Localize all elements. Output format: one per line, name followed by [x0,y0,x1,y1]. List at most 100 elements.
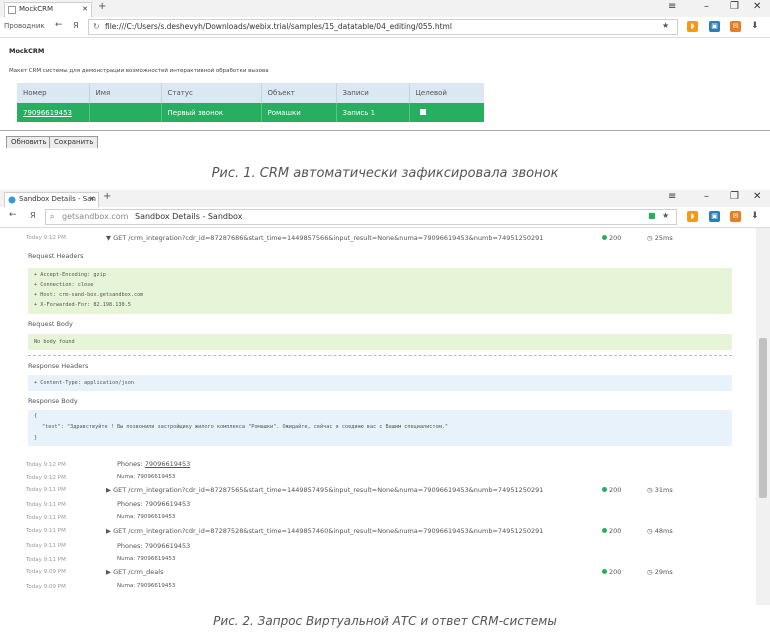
column-header[interactable]: Имя [89,83,162,103]
address-bar: Проводник ← Я ↻ file:///C:/Users/s.deshe… [0,17,770,38]
yandex-logo[interactable]: Я [30,211,36,220]
duration-value: 31ms [654,486,673,494]
cell-target[interactable] [409,103,484,122]
close-tab-icon[interactable]: ✕ [89,193,95,206]
entry-time: Today 9:12 PM [26,475,66,481]
request-line[interactable]: ▶ GET /crm_deals [106,568,163,576]
browser-window-crm: MockCRM ✕ + ≡ – ❐ ✕ Проводник ← Я ↻ file… [0,0,770,148]
back-arrow-icon[interactable]: ← [55,20,63,30]
response-headers-pane: + Content-Type: application/json [28,375,732,391]
mail-icon[interactable]: ✉ [730,211,741,222]
url-host: getsandbox.com [62,212,129,221]
body-line: } [34,435,38,441]
new-tab-icon[interactable]: + [98,1,106,12]
page-icon [8,6,16,14]
column-header[interactable]: Целевой [409,83,484,103]
entry-time: Today 9:12 PM [26,235,66,241]
entry-time: Today 9:09 PM [26,584,66,590]
tab-bar: Sandbox Details - San ✕ + ≡ – ❐ ✕ [0,190,770,207]
clock-icon: ◷ [647,568,653,576]
column-header[interactable]: Номер [17,83,90,103]
request-log: Today 9:12 PM ▼ GET /crm_integration?cdr… [0,228,756,605]
tab-mockcrm[interactable]: MockCRM ✕ [4,2,92,17]
status-badge: 200 [602,486,621,494]
response-body-pane: { "text": "Здравствуйте ! Вы позвонили з… [28,410,732,446]
clock-icon: ◷ [647,486,653,494]
refresh-button[interactable]: Обновить [6,136,52,148]
header-line: + Host: crm-sand-box.getsandbox.com [34,292,144,298]
numa-line: Numa: 79096619453 [117,583,176,589]
response-body-label: Response Body [28,397,78,405]
lock-icon[interactable]: ■ [648,211,656,220]
extension-icon[interactable]: ▣ [709,211,720,222]
status-code: 200 [609,527,622,535]
phones-line: Phones: 79096619453 [117,500,191,508]
column-header[interactable]: Статус [161,83,262,103]
star-icon[interactable]: ★ [662,211,669,220]
yandex-logo[interactable]: Я [73,21,79,30]
url-field[interactable]: ⌕ getsandbox.com Sandbox Details - Sandb… [45,209,677,225]
restore-icon[interactable]: ❐ [730,1,739,12]
rss-icon[interactable]: ◗ [687,211,698,222]
request-line[interactable]: ▶ GET /crm_integration?cdr_id=87287565&s… [106,486,543,494]
header-line: + Accept-Encoding: gzip [34,272,106,278]
page-description: Макет CRM системы для демонстрации возмо… [9,68,269,74]
download-icon[interactable]: ⬇ [751,211,759,221]
request-line[interactable]: ▼ GET /crm_integration?cdr_id=87287686&s… [106,234,543,242]
new-tab-icon[interactable]: + [103,191,111,202]
star-icon[interactable]: ★ [662,21,669,30]
scrollbar-thumb[interactable] [759,338,767,498]
save-button[interactable]: Сохранить [49,136,99,148]
cell-status[interactable]: Первый звонок [161,103,262,122]
close-window-icon[interactable]: ✕ [753,191,761,202]
clock-icon: ◷ [647,234,653,242]
menu-icon[interactable]: ≡ [668,1,676,12]
entry-time: Today 9:11 PM [26,502,66,508]
duration-value: 48ms [654,527,673,535]
menu-icon[interactable]: ≡ [668,191,676,202]
cell-records[interactable]: Запись 1 [336,103,410,122]
body-line: { [34,413,38,419]
divider [0,130,770,131]
extension-icon[interactable]: ▣ [709,21,720,32]
status-badge: 200 [602,234,621,242]
status-dot-icon [602,569,607,574]
body-line: "text": "Здравствуйте ! Вы позвонили зас… [42,424,449,430]
numa-line: Numa: 79096619453 [117,474,176,480]
minimize-icon[interactable]: – [704,191,709,202]
minimize-icon[interactable]: – [704,1,709,12]
close-window-icon[interactable]: ✕ [753,1,761,12]
cell-object[interactable]: Ромашки [261,103,337,122]
mail-icon[interactable]: ✉ [730,21,741,32]
reload-icon[interactable]: ↻ [93,20,100,34]
explorer-label[interactable]: Проводник [4,22,45,30]
phones-value[interactable]: 79096619453 [145,460,191,468]
address-bar: ← Я ⌕ getsandbox.com Sandbox Details - S… [0,207,770,228]
vertical-scrollbar[interactable] [756,228,770,605]
duration: ◷ 25ms [647,234,673,242]
duration-value: 25ms [654,234,673,242]
cell-number[interactable]: 79096619453 [17,103,90,122]
download-icon[interactable]: ⬇ [751,21,759,31]
close-tab-icon[interactable]: ✕ [82,3,88,16]
cell-name[interactable] [89,103,162,122]
back-arrow-icon[interactable]: ← [9,210,17,220]
entry-time: Today 9:11 PM [26,557,66,563]
column-header[interactable]: Объект [261,83,337,103]
divider [28,355,732,356]
url-text: file:///C:/Users/s.deshevyh/Downloads/we… [105,22,452,31]
url-field[interactable]: ↻ file:///C:/Users/s.deshevyh/Downloads/… [88,19,678,35]
rss-icon[interactable]: ◗ [687,21,698,32]
tab-sandbox[interactable]: Sandbox Details - San ✕ [4,192,99,207]
tab-bar: MockCRM ✕ + ≡ – ❐ ✕ [0,0,770,17]
tab-title: Sandbox Details - San [19,195,96,203]
column-header[interactable]: Записи [336,83,410,103]
status-code: 200 [609,568,622,576]
restore-icon[interactable]: ❐ [730,191,739,202]
checkbox[interactable] [419,108,426,115]
numa-line: Numa: 79096619453 [117,514,176,520]
entry-time: Today 9:11 PM [26,515,66,521]
request-line[interactable]: ▶ GET /crm_integration?cdr_id=87287528&s… [106,527,543,535]
entry-time: Today 9:09 PM [26,569,66,575]
table-row[interactable]: 79096619453 Первый звонок Ромашки Запись… [17,103,484,122]
